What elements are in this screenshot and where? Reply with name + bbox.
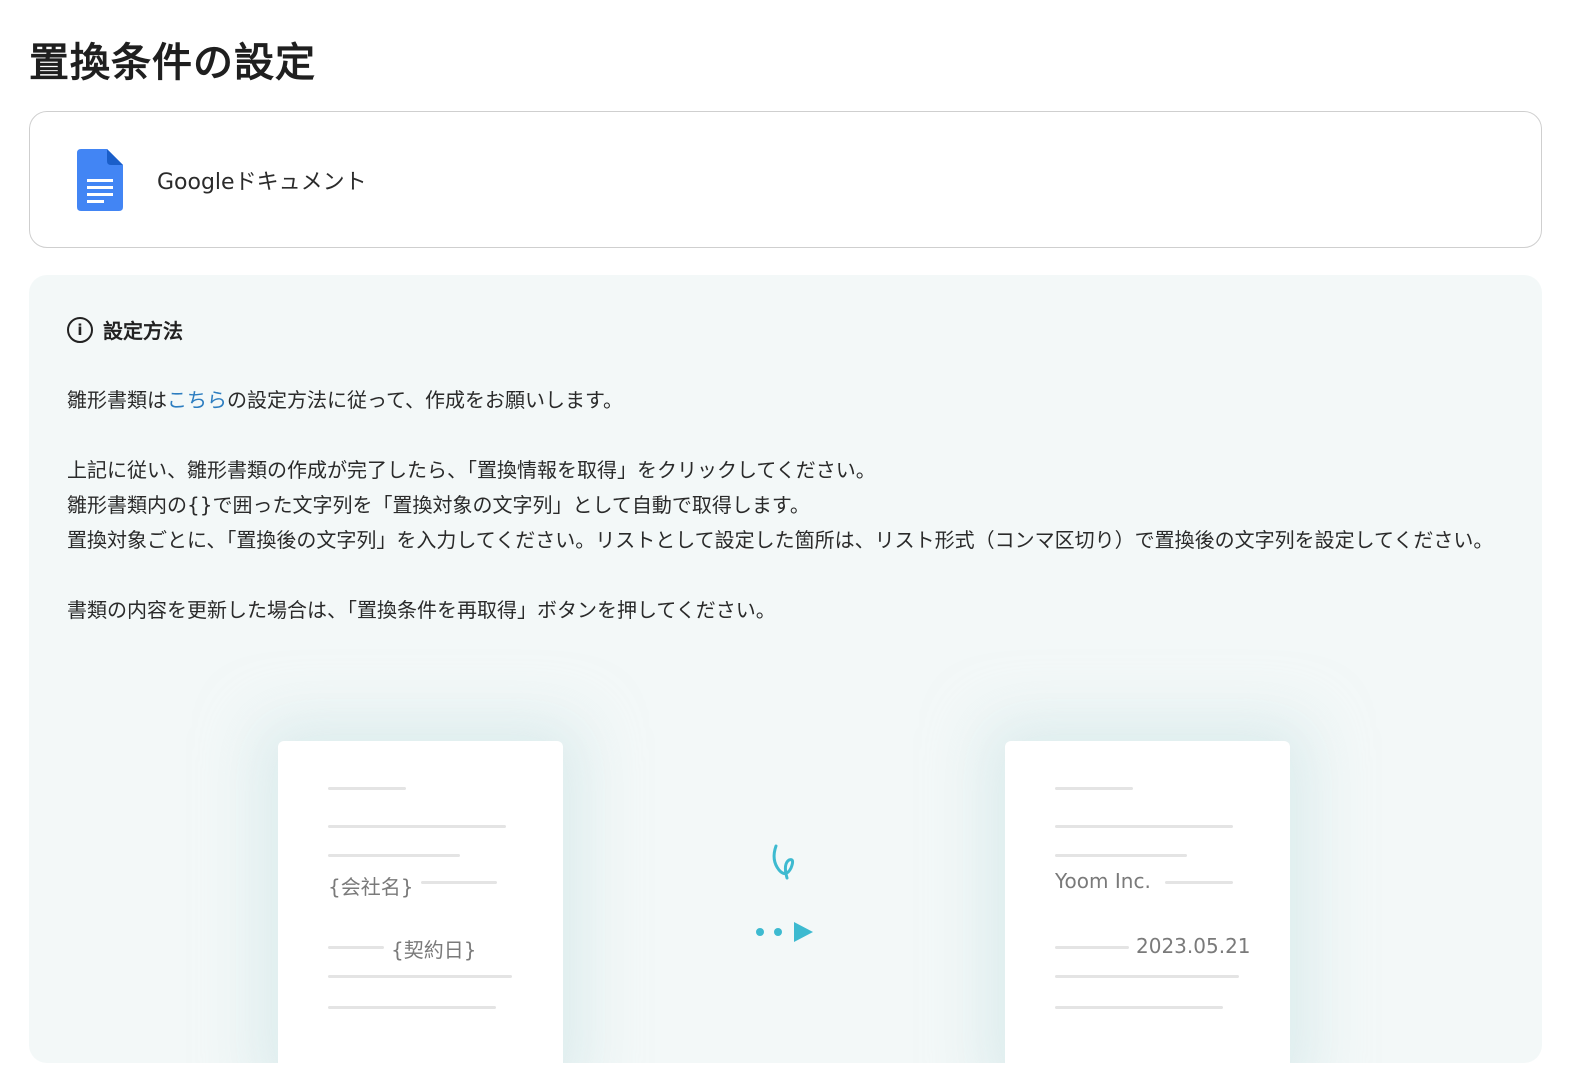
template-field-date: {契約日} <box>391 938 477 962</box>
page-title: 置換条件の設定 <box>29 40 316 86</box>
info-line-1-suffix: の設定方法に従って、作成をお願いします。 <box>227 388 623 412</box>
info-line-3: 雛形書類内の{}で囲った文字列を「置換対象の文字列」として自動で取得します。 <box>67 493 810 517</box>
info-body: 雛形書類はこちらの設定方法に従って、作成をお願いします。 上記に従い、雛形書類の… <box>67 383 1507 628</box>
transform-arrow-icon <box>756 844 813 942</box>
info-title: 設定方法 <box>103 319 183 343</box>
info-line-4: 置換対象ごとに、「置換後の文字列」を入力してください。リストとして設定した箇所は… <box>67 528 1494 552</box>
result-document: Yoom Inc. 2023.05.21 <box>1005 741 1290 1063</box>
howto-link[interactable]: こちら <box>167 388 227 412</box>
result-field-company: Yoom Inc. <box>1055 869 1151 893</box>
info-circle-icon: i <box>67 316 93 343</box>
google-docs-icon <box>77 149 123 211</box>
template-document: {会社名} {契約日} <box>278 741 563 1063</box>
info-panel: i 設定方法 雛形書類はこちらの設定方法に従って、作成をお願いします。 上記に従… <box>29 275 1542 1063</box>
info-header: i 設定方法 <box>67 315 183 344</box>
info-line-1: 雛形書類はこちらの設定方法に従って、作成をお願いします。 <box>67 383 1507 418</box>
info-line-2: 上記に従い、雛形書類の作成が完了したら、「置換情報を取得」をクリックしてください… <box>67 458 876 482</box>
app-card: Googleドキュメント <box>29 111 1542 248</box>
info-line-5: 書類の内容を更新した場合は、「置換条件を再取得」ボタンを押してください。 <box>67 598 776 622</box>
app-name: Googleドキュメント <box>157 170 367 195</box>
result-field-date: 2023.05.21 <box>1136 934 1251 958</box>
info-line-1-prefix: 雛形書類は <box>67 388 167 412</box>
template-field-company: {会社名} <box>328 875 414 899</box>
